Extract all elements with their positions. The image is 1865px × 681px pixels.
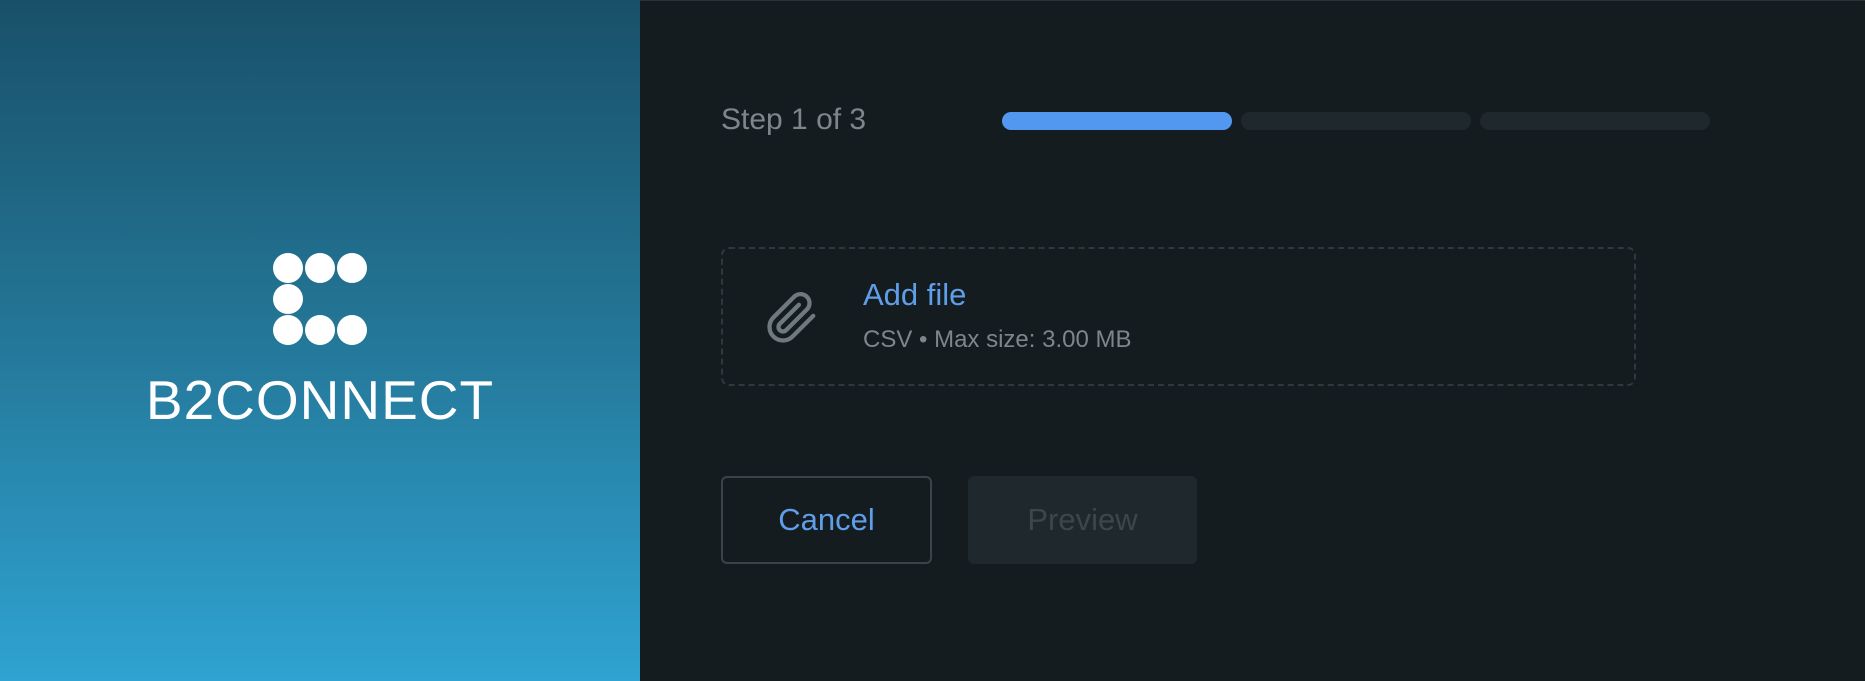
progress-segment-1: [1002, 112, 1232, 130]
add-file-link[interactable]: Add file: [863, 277, 966, 313]
dots-c-logo-icon: [273, 253, 367, 345]
step-progress-bar: [1002, 112, 1710, 130]
progress-segment-3: [1480, 112, 1710, 130]
progress-segment-2: [1241, 112, 1471, 130]
file-dropzone[interactable]: Add file CSV • Max size: 3.00 MB: [721, 247, 1636, 386]
paperclip-icon: [767, 292, 816, 343]
brand-panel: B2CONNECT: [0, 0, 640, 681]
preview-button[interactable]: Preview: [968, 476, 1197, 564]
app-root: B2CONNECT Step 1 of 3 Add file CSV • Max…: [0, 0, 1865, 681]
file-requirements-hint: CSV • Max size: 3.00 MB: [863, 326, 1132, 353]
brand-name: B2CONNECT: [145, 369, 495, 431]
cancel-button[interactable]: Cancel: [721, 476, 932, 564]
upload-wizard: Step 1 of 3 Add file CSV • Max size: 3.0…: [640, 0, 1865, 681]
step-indicator: Step 1 of 3: [721, 103, 867, 136]
